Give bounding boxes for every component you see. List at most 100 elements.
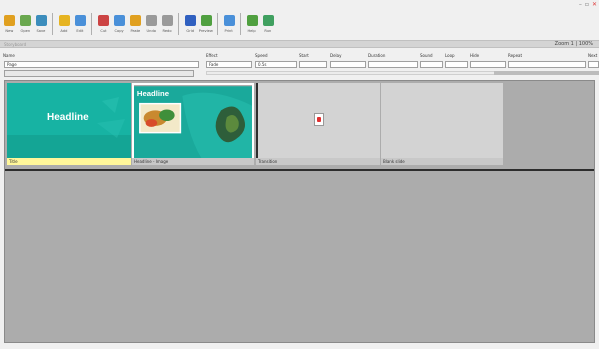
header-hide: Hide	[470, 53, 480, 58]
toolbar-button-label: Add	[60, 28, 68, 33]
slide-thumbnail-3[interactable]	[256, 83, 380, 158]
run-icon	[262, 15, 274, 26]
slide-1-title: Headline	[47, 112, 89, 123]
copy-button[interactable]: Copy	[112, 12, 126, 36]
close-button[interactable]: ✕	[592, 1, 597, 8]
paste-button[interactable]: Paste	[128, 12, 142, 36]
toolbar-separator	[52, 13, 53, 35]
missing-image-icon	[314, 113, 324, 126]
new-file-icon	[3, 15, 15, 26]
slide-sorter: Headline Title Headline Headline - Image…	[4, 80, 595, 343]
paste-icon	[129, 15, 141, 26]
delay-field[interactable]	[330, 61, 366, 68]
header-speed: Speed	[255, 53, 268, 58]
minimize-button[interactable]: –	[579, 1, 582, 8]
print-button[interactable]: Print	[222, 12, 236, 36]
help-icon	[246, 15, 258, 26]
add-button[interactable]: Add	[57, 12, 71, 36]
slide-4-caption: Blank slide	[381, 158, 503, 165]
storyboard-divider	[5, 169, 594, 171]
header-delay: Delay	[330, 53, 342, 58]
slide-2-caption: Headline - Image	[132, 158, 254, 165]
properties-panel: Name Effect Speed Start Delay Duration S…	[0, 50, 599, 80]
name-sub-field[interactable]	[4, 70, 194, 77]
save-button[interactable]: Save	[34, 12, 48, 36]
toolbar-button-label: Undo	[146, 28, 156, 33]
toolbar-button-label: Preview	[198, 28, 214, 33]
slide-2-title: Headline	[137, 89, 170, 98]
header-loop: Loop	[445, 53, 455, 58]
redo-icon	[161, 15, 173, 26]
help-button[interactable]: Help	[245, 12, 259, 36]
header-duration: Duration	[368, 53, 386, 58]
open-folder-icon	[19, 15, 31, 26]
repeat-field[interactable]	[508, 61, 586, 68]
status-bar	[0, 343, 599, 349]
toolbar-button-label: New	[5, 28, 13, 33]
toolbar-separator	[217, 13, 218, 35]
start-field[interactable]	[299, 61, 327, 68]
preview-button[interactable]: Preview	[199, 12, 213, 36]
preview-icon	[200, 15, 212, 26]
toolbar-button-label: Copy	[114, 28, 124, 33]
duration-field[interactable]	[368, 61, 418, 68]
header-effect: Effect	[206, 53, 218, 58]
toolbar-button-label: Save	[36, 28, 46, 33]
effect-field[interactable]: Fade	[206, 61, 252, 68]
speed-field[interactable]: 0.5s	[255, 61, 297, 68]
name-field[interactable]: Page	[4, 61, 199, 68]
print-icon	[223, 15, 235, 26]
undo-icon	[145, 15, 157, 26]
header-next: Next	[588, 53, 598, 58]
timeline-scroll-thumb[interactable]	[494, 71, 599, 75]
slide-1-caption: Title	[7, 158, 131, 165]
redo-button[interactable]: Redo	[160, 12, 174, 36]
toolbar-separator	[178, 13, 179, 35]
storyboard-header: Storyboard Zoom 1 | 100%	[0, 40, 599, 48]
edit-button[interactable]: Edit	[73, 12, 87, 36]
open-button[interactable]: Open	[18, 12, 32, 36]
run-button[interactable]: Run	[261, 12, 275, 36]
copy-icon	[113, 15, 125, 26]
toolbar-button-label: Grid	[186, 28, 194, 33]
slide-2-preview: Headline	[134, 86, 252, 159]
slide-thumbnail-2[interactable]: Headline	[132, 83, 254, 159]
window-controls: – ▫ ✕	[579, 1, 597, 8]
loop-field[interactable]	[445, 61, 468, 68]
next-field[interactable]	[588, 61, 599, 68]
header-repeat: Repeat	[508, 53, 523, 58]
cut-icon	[97, 15, 109, 26]
title-bar: – ▫ ✕	[0, 0, 599, 10]
slide-1-preview: Headline	[7, 83, 131, 158]
sound-field[interactable]	[420, 61, 443, 68]
storyboard-label: Storyboard	[4, 42, 27, 47]
undo-button[interactable]: Undo	[144, 12, 158, 36]
toolbar-button-label: Help	[247, 28, 257, 33]
header-start: Start	[299, 53, 309, 58]
toolbar-button-label: Cut	[99, 28, 107, 33]
slide-thumbnail-1[interactable]: Headline	[7, 83, 131, 158]
hide-field[interactable]	[470, 61, 506, 68]
toolbar-separator	[91, 13, 92, 35]
toolbar-button-label: Print	[224, 28, 234, 33]
grid-button[interactable]: Grid	[183, 12, 197, 36]
slide-thumbnail-4[interactable]	[381, 83, 503, 158]
zoom-readout[interactable]: Zoom 1 | 100%	[555, 41, 593, 47]
restore-button[interactable]: ▫	[585, 1, 589, 8]
cut-button[interactable]: Cut	[96, 12, 110, 36]
toolbar-button-label: Edit	[76, 28, 84, 33]
save-icon	[35, 15, 47, 26]
add-slide-icon	[58, 15, 70, 26]
toolbar-button-label: Run	[264, 28, 272, 33]
grid-icon	[184, 15, 196, 26]
new-button[interactable]: New	[2, 12, 16, 36]
toolbar-button-label: Paste	[130, 28, 140, 33]
main-toolbar: New Open Save Add Edit Cut Copy Paste Undo Redo Gr…	[2, 12, 597, 38]
edit-icon	[74, 15, 86, 26]
toolbar-separator	[240, 13, 241, 35]
toolbar-button-label: Open	[20, 28, 30, 33]
header-name: Name	[3, 53, 15, 58]
toolbar-button-label: Redo	[162, 28, 172, 33]
slide-3-caption: Transition	[256, 158, 380, 165]
header-sound: Sound	[420, 53, 433, 58]
